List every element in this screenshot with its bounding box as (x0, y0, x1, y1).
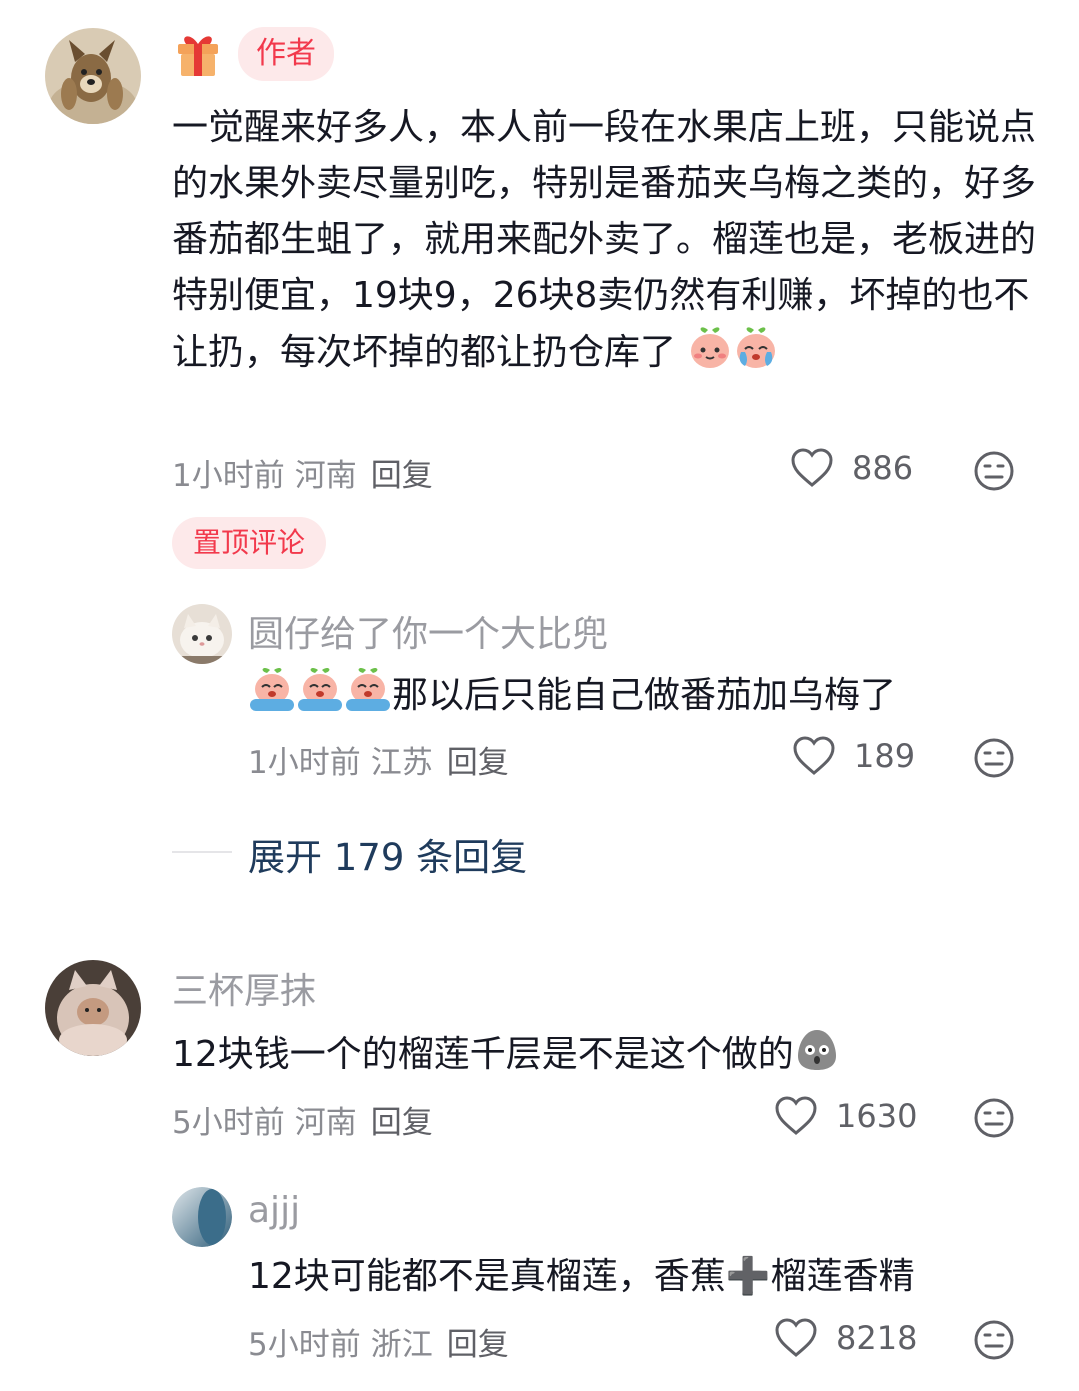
dislike-button[interactable] (973, 1097, 1015, 1139)
reply-button[interactable]: 回复 (371, 1105, 433, 1141)
like-count: 886 (852, 449, 914, 487)
heart-outline-icon (775, 1096, 817, 1135)
reply-location: 浙江 (370, 1327, 433, 1363)
meh-face-icon (974, 1098, 1014, 1138)
comment-location: 河南 (294, 458, 357, 494)
peach-smile-emoji (687, 324, 733, 387)
meh-face-icon (974, 1320, 1014, 1360)
reply-location: 江苏 (370, 745, 433, 781)
reply-time: 1小时前 (248, 745, 361, 781)
reply-text: 12块可能都不是真榴莲，香蕉➕榴莲香精 (248, 1256, 915, 1297)
heart-outline-icon (793, 736, 835, 775)
heart-outline-icon (775, 1318, 817, 1357)
comment-text: 一觉醒来好多人，本人前一段在水果店上班，只能说点的水果外卖尽量别吃，特别是番茄夹… (172, 100, 1040, 387)
reply-button[interactable]: 回复 (447, 1327, 509, 1363)
dislike-button[interactable] (973, 450, 1015, 492)
avatar[interactable] (172, 604, 232, 664)
comment-meta: 5小时前 河南 回复 (172, 1097, 433, 1142)
comment-username[interactable]: 三杯厚抹 (172, 962, 316, 1014)
reply-time: 5小时前 (248, 1327, 361, 1363)
meh-face-icon (974, 451, 1014, 491)
reply-button[interactable]: 回复 (447, 745, 509, 781)
comment-location: 河南 (294, 1105, 357, 1141)
like-count: 189 (854, 737, 916, 775)
meh-face-icon (974, 738, 1014, 778)
comment-text: 12块钱一个的榴莲千层是不是这个做的 (172, 1026, 1040, 1089)
author-tag: 作者 (238, 27, 334, 81)
avatar[interactable] (45, 960, 141, 1056)
peach-crying-emoji (296, 665, 344, 730)
reply-username[interactable]: 圆仔给了你一个大比兜 (248, 605, 608, 657)
reply-meta: 5小时前 浙江 回复 (248, 1319, 509, 1364)
like-count: 8218 (836, 1319, 918, 1357)
pinned-badge: 置顶评论 (172, 517, 326, 569)
gift-icon (174, 30, 222, 78)
avatar[interactable] (172, 1187, 232, 1247)
like-count: 1630 (836, 1097, 918, 1135)
avatar[interactable] (45, 28, 141, 124)
comment-meta: 1小时前 河南 回复 (172, 450, 433, 495)
reply-text: 那以后只能自己做番茄加乌梅了 (248, 665, 1038, 730)
peach-crying-emoji (248, 665, 296, 730)
shocked-blob-emoji (794, 1026, 840, 1089)
dislike-button[interactable] (973, 1319, 1015, 1361)
divider (172, 851, 232, 853)
like-button[interactable]: 8218 (774, 1318, 917, 1358)
heart-outline-icon (791, 448, 833, 487)
comment-time: 5小时前 (172, 1105, 285, 1141)
dislike-button[interactable] (973, 737, 1015, 779)
comment-time: 1小时前 (172, 458, 285, 494)
reply-button[interactable]: 回复 (371, 458, 433, 494)
reply-meta: 1小时前 江苏 回复 (248, 737, 509, 782)
peach-cry-emoji (733, 324, 779, 387)
like-button[interactable]: 886 (790, 448, 913, 488)
like-button[interactable]: 189 (792, 736, 915, 776)
peach-crying-emoji (344, 665, 392, 730)
like-button[interactable]: 1630 (774, 1096, 917, 1136)
expand-replies-button[interactable]: 展开 179 条回复 (248, 827, 527, 881)
reply-username[interactable]: ajjj (248, 1190, 300, 1231)
